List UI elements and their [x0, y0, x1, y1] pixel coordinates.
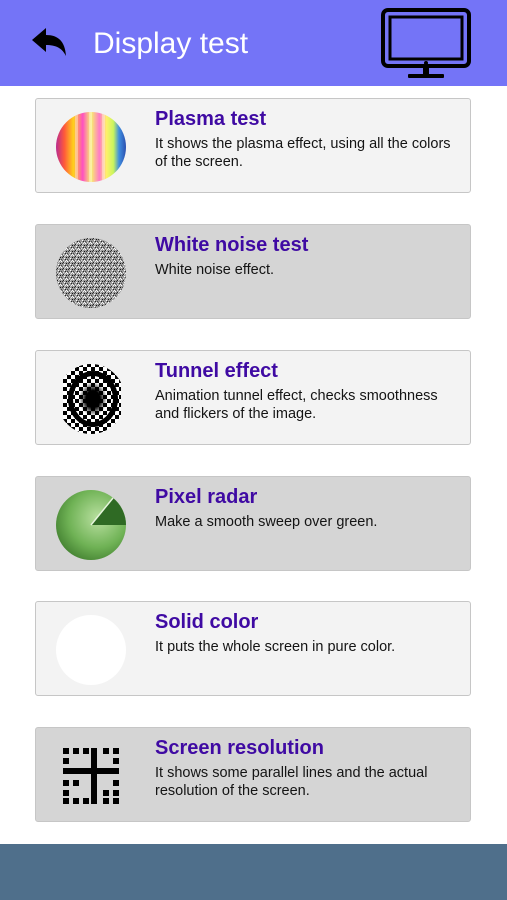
test-item-tunnel[interactable]: Tunnel effect Animation tunnel effect, c…: [35, 350, 471, 445]
plasma-icon: [56, 112, 126, 182]
test-description: It shows some parallel lines and the act…: [155, 765, 428, 799]
back-arrow-icon[interactable]: [30, 24, 70, 60]
test-title: Screen resolution: [155, 737, 324, 759]
test-title: Plasma test: [155, 108, 267, 130]
test-title: Tunnel effect: [155, 360, 278, 382]
radar-icon: [56, 490, 126, 560]
test-title: Pixel radar: [155, 486, 258, 508]
resolution-grid-icon: [63, 748, 119, 804]
test-title: White noise test: [155, 234, 309, 256]
test-item-screen-resolution[interactable]: Screen resolution It shows some parallel…: [35, 727, 471, 822]
tunnel-icon: [55, 363, 127, 435]
test-description: Animation tunnel effect, checks smoothne…: [155, 388, 438, 422]
monitor-icon: [381, 8, 471, 78]
test-item-plasma[interactable]: Plasma test It shows the plasma effect, …: [35, 98, 471, 193]
test-item-white-noise[interactable]: White noise test White noise effect.: [35, 224, 471, 319]
test-item-pixel-radar[interactable]: Pixel radar Make a smooth sweep over gre…: [35, 476, 471, 571]
app-header: Display test: [0, 0, 507, 86]
footer-bar: [0, 844, 507, 900]
page-title: Display test: [93, 27, 249, 60]
white-noise-icon: [56, 238, 126, 308]
solid-color-icon: [56, 615, 126, 685]
test-description: Make a smooth sweep over green.: [155, 514, 378, 530]
test-title: Solid color: [155, 611, 259, 633]
test-description: It puts the whole screen in pure color.: [155, 639, 396, 655]
test-item-solid-color[interactable]: Solid color It puts the whole screen in …: [35, 601, 471, 696]
test-description: It shows the plasma effect, using all th…: [155, 136, 451, 170]
test-description: White noise effect.: [155, 262, 275, 278]
